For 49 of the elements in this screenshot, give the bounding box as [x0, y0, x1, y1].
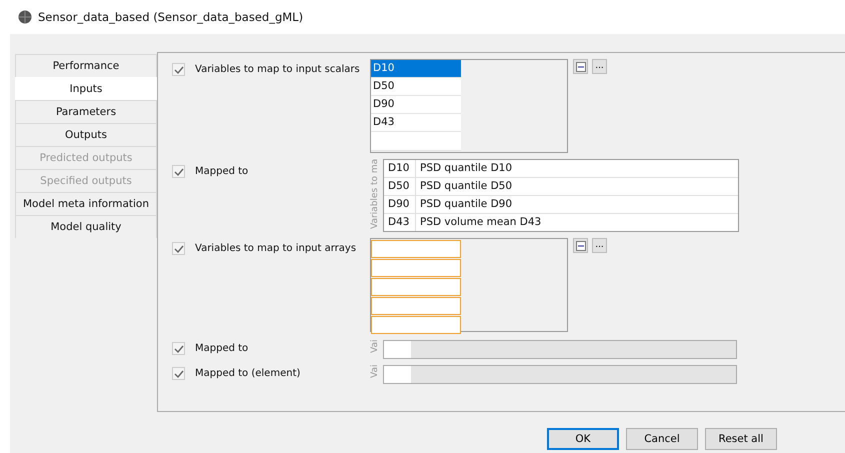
dialog-button[interactable]: OK	[547, 428, 619, 450]
field-label: Mapped to	[195, 166, 248, 177]
tab[interactable]: Parameters	[15, 100, 157, 123]
checkbox[interactable]	[172, 242, 185, 255]
column-header: Vai	[370, 340, 381, 356]
table-cell-text: PSD quantile D90	[419, 197, 512, 212]
column-header: Vai	[370, 365, 381, 380]
input-field[interactable]	[371, 278, 461, 296]
column-header: Variables to ma	[370, 159, 381, 231]
table-cell: D10	[384, 160, 416, 177]
table-cell-text: PSD quantile D50	[419, 179, 512, 194]
table-cell: D50	[384, 178, 416, 195]
tab[interactable]: Model quality	[15, 215, 157, 238]
field-label: Variables to map to input scalars	[195, 64, 360, 75]
tab[interactable]: Inputs	[15, 77, 157, 100]
window-title: Sensor_data_based (Sensor_data_based_gML)	[38, 10, 304, 24]
browse-button[interactable]: ...	[592, 238, 607, 253]
browse-button[interactable]: ...	[592, 59, 607, 74]
app-icon	[18, 10, 32, 24]
tab[interactable]: Model meta information	[15, 192, 157, 215]
remove-button[interactable]	[573, 238, 588, 253]
list-item[interactable]: D43	[371, 114, 461, 132]
list-box[interactable]: D10 D50 D90 D43	[370, 59, 568, 153]
table-cell-text: PSD quantile D10	[419, 161, 512, 176]
field-label: Variables to map to input arrays	[195, 243, 356, 254]
list-item[interactable]: D50	[371, 78, 461, 96]
dialog-button[interactable]: Cancel	[626, 428, 698, 450]
input-field[interactable]	[371, 316, 461, 334]
minus-icon	[576, 240, 586, 250]
remove-button[interactable]	[573, 59, 588, 74]
dialog-button[interactable]: Reset all	[705, 428, 777, 450]
table-cell-text: PSD volume mean D43	[419, 215, 542, 230]
input-field[interactable]	[371, 259, 461, 277]
tab[interactable]: Outputs	[15, 123, 157, 146]
table-cell: D43	[384, 214, 416, 231]
input-field[interactable]	[371, 297, 461, 315]
checkbox[interactable]	[172, 63, 185, 76]
checkbox[interactable]	[172, 342, 185, 355]
checkbox[interactable]	[172, 165, 185, 178]
list-box[interactable]	[370, 238, 568, 332]
input-field[interactable]	[371, 240, 461, 258]
list-item[interactable]: D90	[371, 96, 461, 114]
minus-icon	[576, 62, 586, 72]
table-cell: D90	[384, 196, 416, 213]
checkbox[interactable]	[172, 367, 185, 380]
list-item[interactable]: D10	[371, 60, 461, 78]
field-label: Mapped to (element)	[195, 368, 300, 379]
tab[interactable]: Performance	[15, 54, 157, 77]
field-label: Mapped to	[195, 343, 248, 354]
